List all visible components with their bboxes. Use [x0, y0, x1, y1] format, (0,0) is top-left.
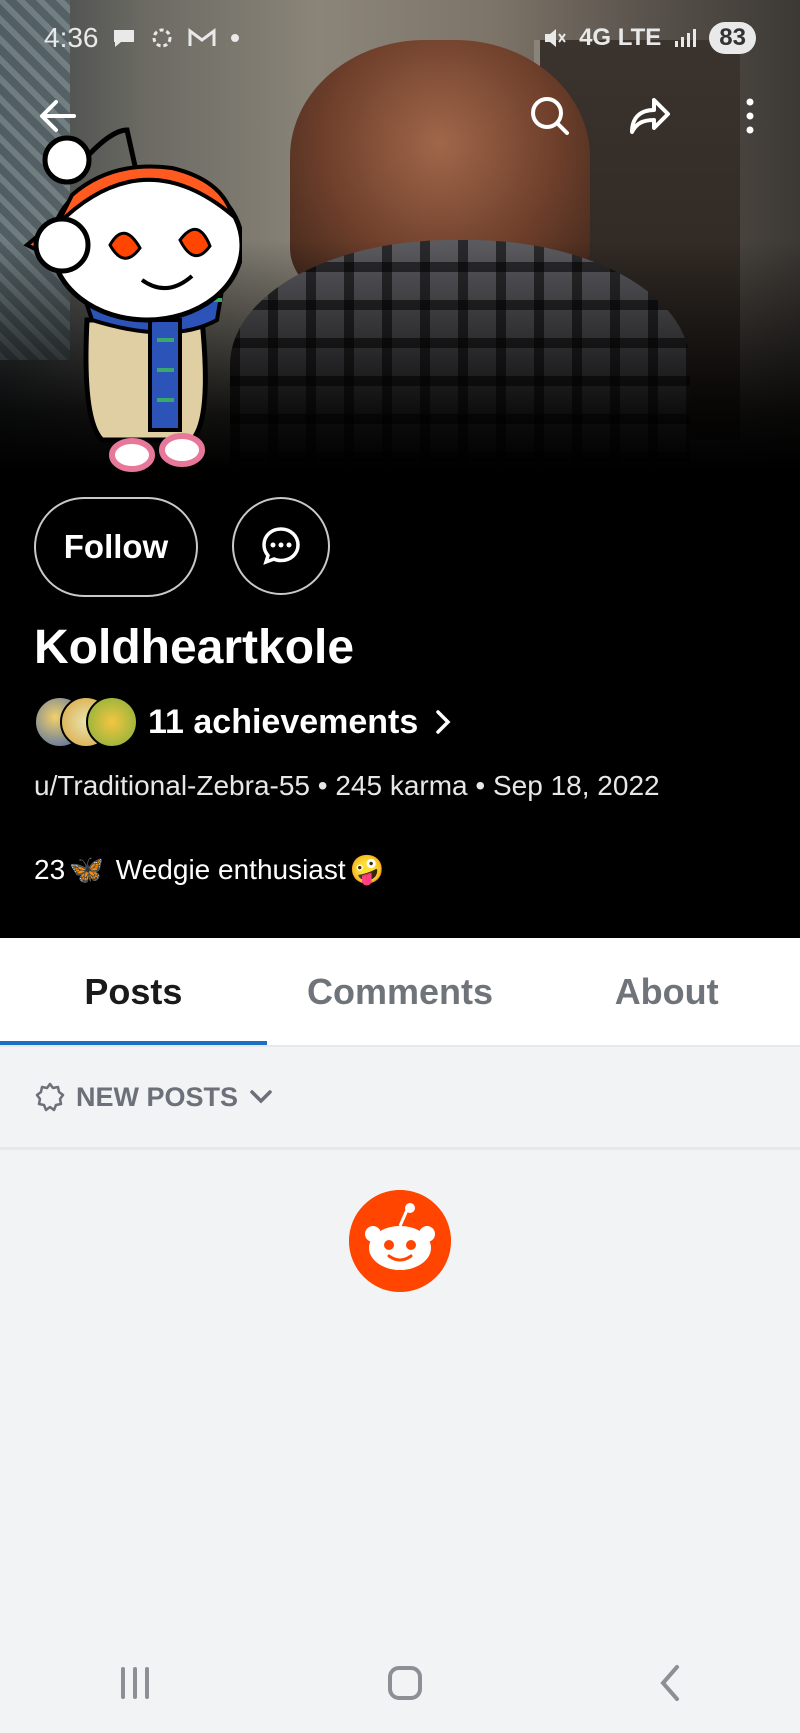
signal-icon — [675, 29, 697, 47]
zany-face-emoji: 🤪 — [349, 854, 385, 885]
share-button[interactable] — [614, 80, 686, 152]
achievements-row[interactable]: 11 achievements — [34, 696, 454, 748]
chevron-down-icon — [250, 1090, 272, 1104]
search-button[interactable] — [514, 80, 586, 152]
sort-dropdown[interactable]: NEW POSTS — [34, 1081, 274, 1113]
chat-icon — [262, 527, 300, 565]
recent-apps-icon[interactable] — [115, 1665, 155, 1701]
reddit-snoo-loading-icon — [349, 1190, 451, 1292]
profile-tabs: Posts Comments About — [0, 938, 800, 1046]
chat-bubble-icon — [113, 30, 134, 47]
status-bar: 4:36 4G LTE 83 — [0, 0, 800, 76]
share-icon — [630, 98, 670, 134]
profile-meta: u/Traditional-Zebra-55 • 245 karma • Sep… — [34, 770, 660, 801]
network-label: 4G LTE — [579, 24, 662, 51]
sort-divider — [0, 1147, 800, 1150]
system-navigation-bar — [0, 1633, 800, 1733]
home-icon[interactable] — [385, 1663, 425, 1703]
battery-level: 83 — [709, 22, 756, 54]
system-back-icon[interactable] — [655, 1663, 685, 1703]
chat-button[interactable] — [232, 497, 330, 595]
mute-icon — [545, 29, 566, 47]
gmail-icon — [188, 28, 215, 46]
bio-prefix: 23 — [34, 853, 66, 885]
posts-feed: NEW POSTS — [0, 1047, 800, 1733]
chevron-right-icon — [436, 710, 451, 734]
sort-label: NEW POSTS — [76, 1081, 239, 1112]
butterfly-emoji: 🦋 — [69, 854, 105, 885]
more-options-button[interactable] — [714, 80, 786, 152]
settings-spin-icon — [152, 28, 171, 48]
search-icon — [531, 97, 569, 135]
dot-icon — [230, 34, 239, 42]
achievements-label: 11 achievements — [148, 702, 419, 741]
follow-button[interactable]: Follow — [34, 497, 198, 597]
profile-bio: 23 🦋 Wedgie enthusiast 🤪 — [34, 853, 385, 886]
trophy-badge-icon — [86, 696, 138, 748]
more-vertical-icon — [746, 98, 754, 134]
bio-text: Wedgie enthusiast — [108, 853, 346, 885]
achievement-badges — [34, 696, 138, 748]
tab-comments[interactable]: Comments — [267, 938, 534, 1046]
profile-avatar[interactable] — [22, 120, 242, 480]
profile-actions: Follow — [34, 497, 330, 597]
tab-posts[interactable]: Posts — [0, 938, 267, 1046]
status-time: 4:36 — [44, 22, 99, 53]
tab-about[interactable]: About — [533, 938, 800, 1046]
profile-display-name: Koldheartkole — [34, 621, 355, 674]
new-burst-icon — [35, 1082, 65, 1112]
